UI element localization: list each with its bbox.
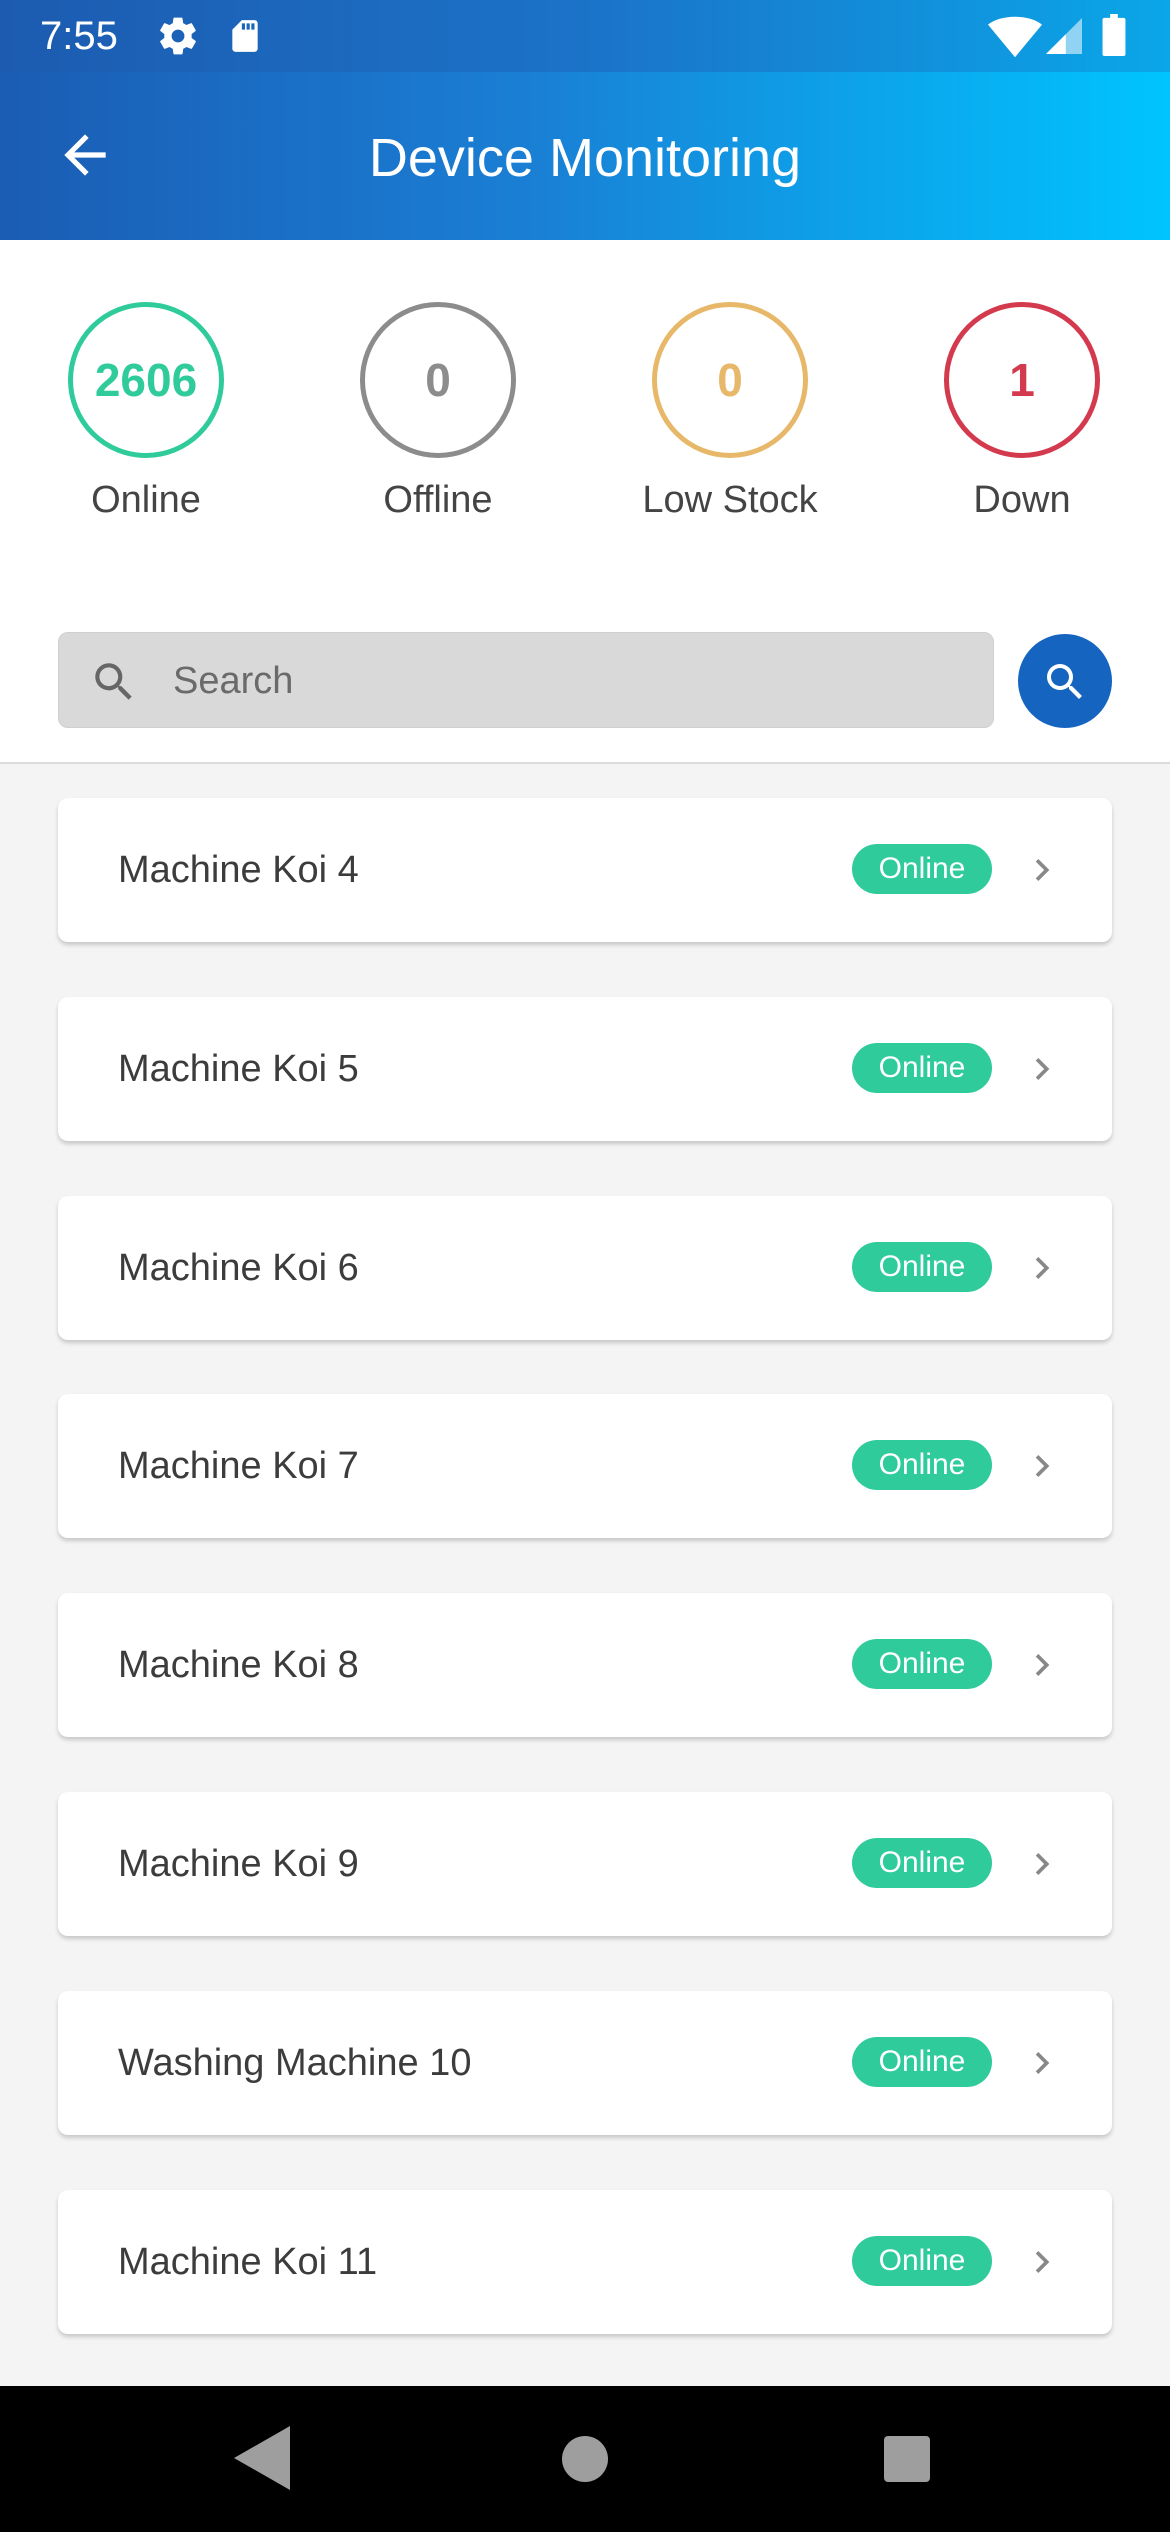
signal-icon (1046, 18, 1082, 54)
stat-offline-value: 0 (360, 302, 516, 458)
status-badge: Online (852, 1639, 992, 1689)
stat-low-stock-value: 0 (652, 302, 808, 458)
nav-back-icon[interactable] (234, 2426, 290, 2490)
battery-icon (1102, 14, 1126, 56)
status-badge: Online (852, 2236, 992, 2286)
device-list: Machine Koi 4 Online Machine Koi 5 Onlin… (0, 762, 1170, 2386)
chevron-right-icon (1035, 1455, 1050, 1477)
stat-online-value: 2606 (68, 302, 224, 458)
device-name: Machine Koi 7 (118, 1445, 359, 1487)
wifi-icon (988, 16, 1042, 58)
device-card[interactable]: Machine Koi 6 Online (58, 1196, 1112, 1340)
stat-offline-label: Offline (383, 479, 493, 521)
summary-panel: 2606 Online 0 Offline 0 Low Stock 1 Down (0, 240, 1170, 764)
chevron-right-icon (1035, 859, 1050, 881)
chevron-right-icon (1035, 2251, 1050, 2273)
device-name: Machine Koi 4 (118, 849, 359, 891)
status-badge: Online (852, 1043, 992, 1093)
device-card[interactable]: Washing Machine 10 Online (58, 1991, 1112, 2135)
nav-home-icon[interactable] (562, 2436, 608, 2482)
search-button[interactable] (1018, 634, 1112, 728)
gear-icon (160, 17, 196, 55)
device-card[interactable]: Machine Koi 5 Online (58, 997, 1112, 1141)
status-badge: Online (852, 1838, 992, 1888)
stat-down[interactable]: 1 Down (912, 302, 1132, 522)
device-name: Machine Koi 9 (118, 1843, 359, 1885)
device-card[interactable]: Machine Koi 4 Online (58, 798, 1112, 942)
status-bar: 7:55 (0, 0, 1170, 72)
device-card[interactable]: Machine Koi 9 Online (58, 1792, 1112, 1936)
device-name: Washing Machine 10 (118, 2042, 472, 2084)
stat-online-label: Online (91, 479, 201, 521)
stat-down-label: Down (973, 479, 1071, 521)
stat-low-stock-label: Low Stock (642, 479, 818, 521)
device-name: Machine Koi 5 (118, 1048, 359, 1090)
stat-offline[interactable]: 0 Offline (328, 302, 548, 522)
chevron-right-icon (1035, 1058, 1050, 1080)
device-name: Machine Koi 11 (118, 2241, 378, 2283)
device-card[interactable]: Machine Koi 8 Online (58, 1593, 1112, 1737)
status-badge: Online (852, 1440, 992, 1490)
search-bar (58, 632, 994, 729)
device-card[interactable]: Machine Koi 11 Online (58, 2190, 1112, 2334)
device-card[interactable]: Machine Koi 7 Online (58, 1394, 1112, 1538)
stat-down-value: 1 (944, 302, 1100, 458)
status-badge: Online (852, 1242, 992, 1292)
search-input[interactable] (171, 633, 975, 729)
chevron-right-icon (1035, 1853, 1050, 1875)
chevron-right-icon (1035, 1654, 1050, 1676)
nav-recents-icon[interactable] (884, 2436, 930, 2482)
app-bar: Device Monitoring (0, 72, 1170, 240)
status-time: 7:55 (40, 14, 118, 58)
device-name: Machine Koi 8 (118, 1644, 359, 1686)
stat-online[interactable]: 2606 Online (36, 302, 256, 522)
status-badge: Online (852, 2037, 992, 2087)
status-badge: Online (852, 844, 992, 894)
page-title: Device Monitoring (368, 128, 802, 188)
chevron-right-icon (1035, 1257, 1050, 1279)
search-icon (1047, 663, 1082, 699)
device-name: Machine Koi 6 (118, 1247, 359, 1289)
chevron-right-icon (1035, 2052, 1050, 2074)
stat-low-stock[interactable]: 0 Low Stock (620, 302, 840, 522)
navigation-bar (0, 2386, 1170, 2532)
search-icon (95, 663, 132, 700)
sd-card-icon (232, 20, 258, 52)
